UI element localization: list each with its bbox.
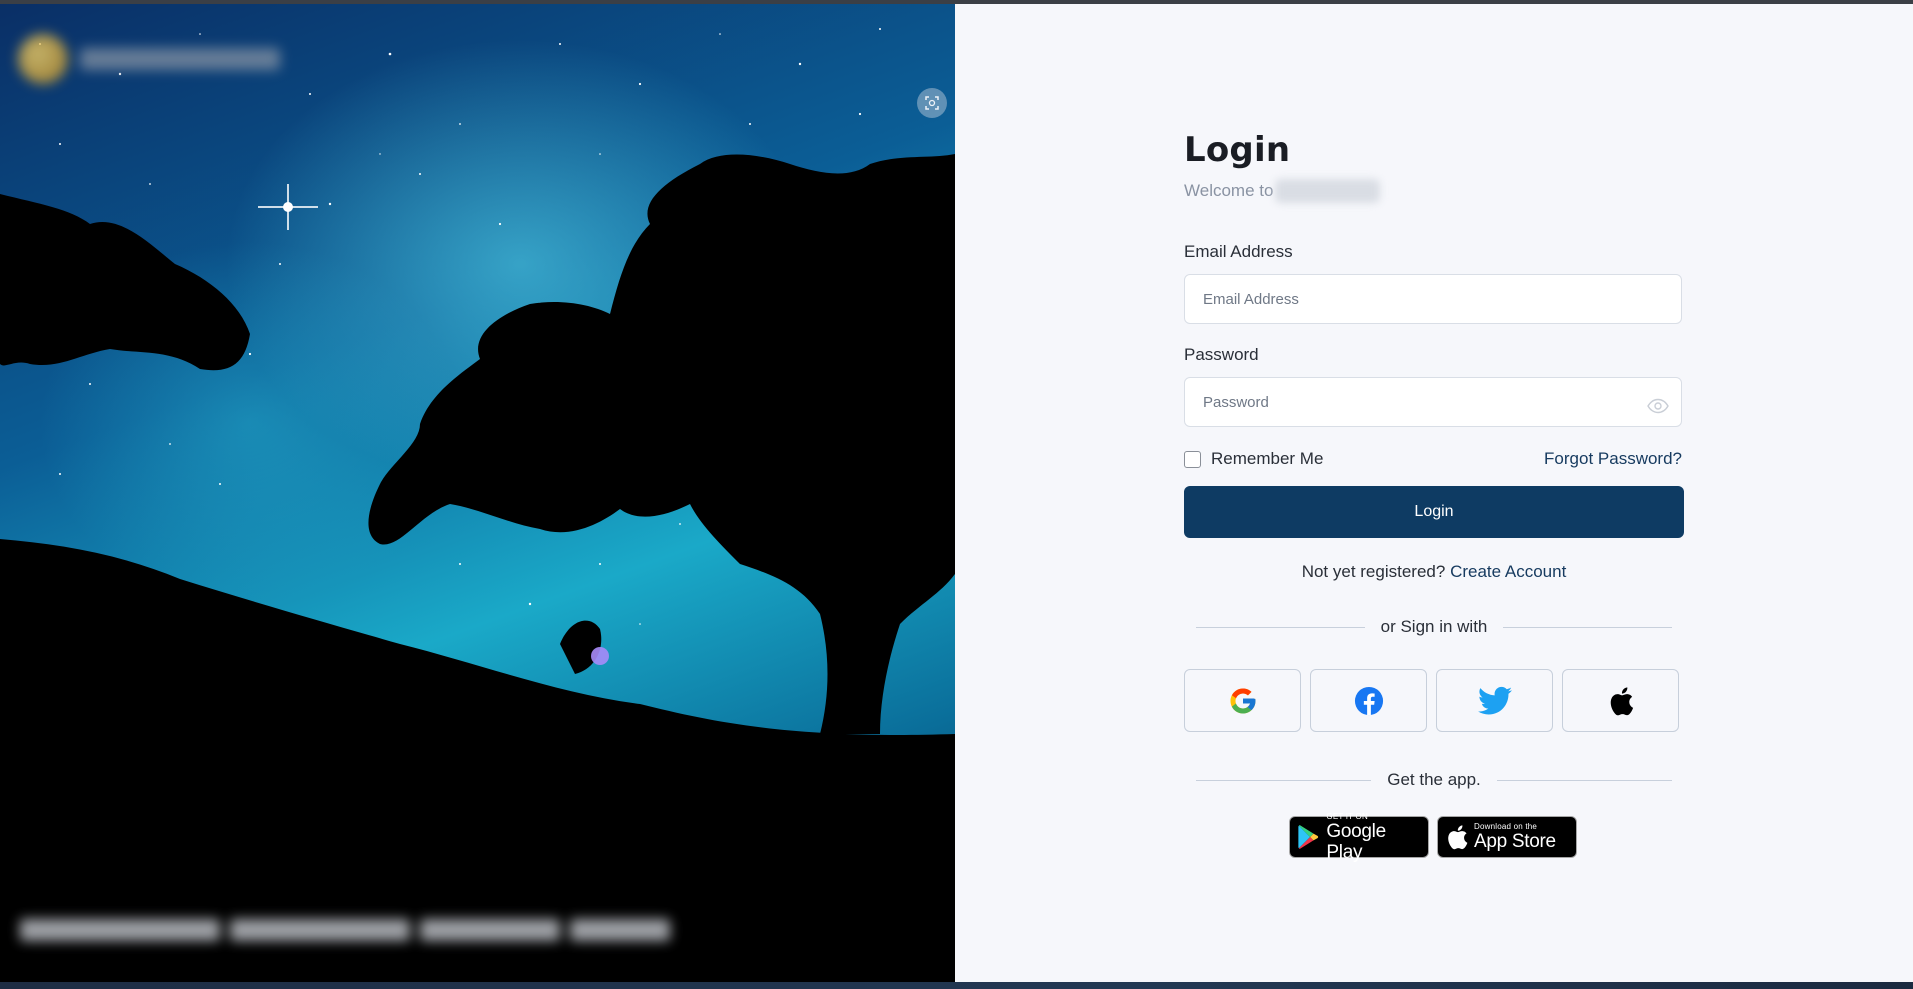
logo-icon [18,34,68,84]
twitter-icon [1477,686,1512,714]
app-divider: Get the app. [1196,770,1673,790]
email-field[interactable] [1184,274,1682,324]
brand-logo-blurred [18,34,288,84]
hero-caption-blurred [20,914,680,946]
remember-me[interactable]: Remember Me [1184,449,1323,469]
remember-checkbox[interactable] [1184,450,1201,468]
app-store-badge[interactable]: Download on the App Store [1437,816,1577,858]
brand-name-blurred [1275,179,1381,203]
create-account-link[interactable]: Create Account [1450,562,1566,581]
page-title: Login [1184,130,1291,170]
email-label: Email Address [1184,242,1293,261]
google-signin-button[interactable] [1184,669,1301,732]
google-icon [1230,688,1255,713]
welcome-text: Welcome to [1184,179,1381,203]
apple-icon [1610,686,1633,715]
signin-divider: or Sign in with [1196,617,1672,637]
signin-with-text: or Sign in with [1380,617,1488,636]
login-panel: Login Welcome to Email Address Password … [955,4,1913,982]
hero-image [0,4,955,982]
apple-store-icon [1448,825,1468,850]
facebook-icon [1354,686,1383,715]
apple-signin-button[interactable] [1562,669,1679,732]
app-store-badges: GET IT ON Google Play Download on the Ap… [1289,812,1577,863]
google-play-badge[interactable]: GET IT ON Google Play [1289,812,1429,863]
forgot-password-link[interactable]: Forgot Password? [1544,449,1682,469]
google-play-icon [1298,825,1319,849]
social-login-buttons [1184,669,1679,732]
tree-silhouette [0,154,955,982]
window-bottom-bar [0,982,1913,989]
remember-label: Remember Me [1211,449,1324,468]
password-field[interactable] [1184,377,1682,427]
screenshot-icon[interactable] [917,88,947,118]
twitter-signin-button[interactable] [1436,669,1553,732]
get-app-text: Get the app. [1387,770,1481,789]
login-button[interactable]: Login [1184,486,1684,538]
password-label: Password [1184,345,1259,364]
eye-icon[interactable] [1646,394,1670,418]
facebook-signin-button[interactable] [1310,669,1427,732]
register-prompt: Not yet registered? Create Account [1301,562,1567,581]
